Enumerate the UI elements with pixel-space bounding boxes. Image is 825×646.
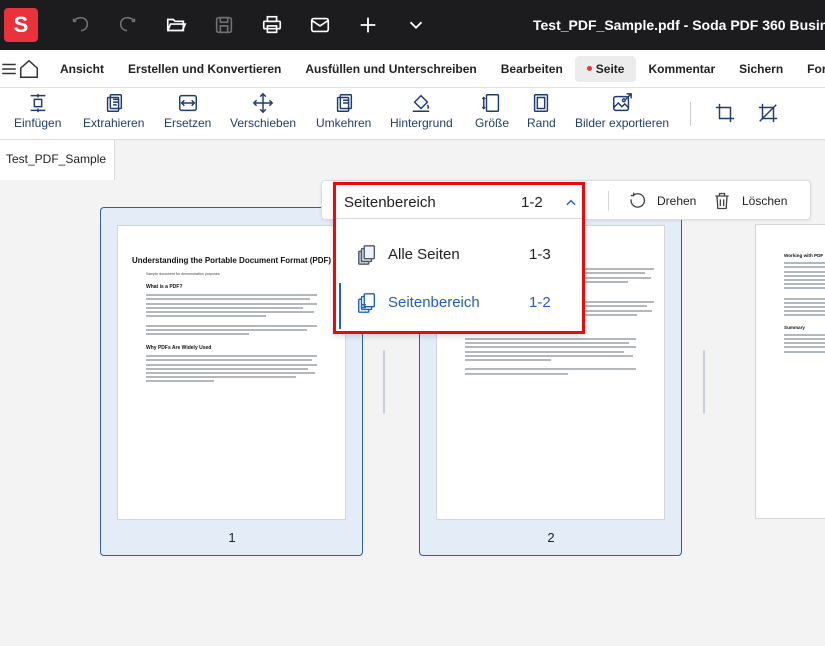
extract-icon bbox=[106, 94, 122, 112]
selected-indicator bbox=[339, 283, 341, 329]
page-1-heading-2: Why PDFs Are Widely Used bbox=[146, 345, 212, 352]
rotate-icon bbox=[630, 192, 646, 208]
range-option-page-range[interactable]: Seitenbereich 1-2 bbox=[336, 279, 582, 329]
crop-icon[interactable] bbox=[714, 102, 736, 129]
range-option-all-pages[interactable]: Alle Seiten 1-3 bbox=[336, 231, 582, 277]
page-3-text bbox=[756, 262, 825, 317]
page-gap-grip-1[interactable] bbox=[383, 350, 385, 414]
reverse-icon bbox=[336, 94, 352, 112]
home-icon[interactable] bbox=[18, 50, 40, 87]
size-icon bbox=[481, 94, 500, 112]
export-images-icon bbox=[613, 93, 632, 112]
menu-bearbeiten[interactable]: Bearbeiten bbox=[489, 56, 575, 82]
insert-icon bbox=[30, 93, 46, 113]
document-tab[interactable]: Test_PDF_Sample bbox=[0, 140, 115, 180]
document-tab-row: Test_PDF_Sample bbox=[0, 140, 825, 180]
tool-einfuegen[interactable]: Einfügen bbox=[14, 92, 61, 130]
page-toolbar: Einfügen Extrahieren Ersetzen Verschiebe… bbox=[0, 88, 825, 140]
menu-kommentar[interactable]: Kommentar bbox=[636, 56, 727, 82]
active-dot bbox=[586, 65, 592, 71]
tool-hintergrund[interactable]: Hintergrund bbox=[390, 92, 453, 130]
page-1-text-2 bbox=[118, 355, 345, 383]
move-icon bbox=[252, 92, 274, 114]
page-range-selected-label: Seitenbereich bbox=[344, 194, 436, 211]
menu-seite-label: Seite bbox=[595, 61, 625, 76]
tool-groesse[interactable]: Größe bbox=[475, 92, 509, 130]
menu-sichern[interactable]: Sichern bbox=[727, 56, 795, 82]
chevron-up-icon bbox=[566, 199, 576, 206]
page-3-heading-2: Summary bbox=[784, 324, 805, 330]
background-icon bbox=[413, 94, 430, 112]
page-1-subtitle: Sample document for demonstration purpos… bbox=[146, 272, 220, 276]
tool-verschieben[interactable]: Verschieben bbox=[230, 92, 296, 130]
tool-ersetzen[interactable]: Ersetzen bbox=[164, 92, 211, 130]
page-1-text bbox=[118, 294, 345, 335]
page-3-text-2 bbox=[756, 333, 825, 353]
hamburger-icon[interactable] bbox=[0, 50, 18, 87]
menu-seite[interactable]: Seite bbox=[574, 55, 637, 82]
page-3-heading: Working with PDF bbox=[784, 253, 824, 258]
menu-ansicht[interactable]: Ansicht bbox=[48, 56, 116, 82]
replace-icon bbox=[178, 94, 197, 112]
document-title: Test_PDF_Sample.pdf - Soda PDF 360 Busin bbox=[533, 17, 825, 33]
menu-ausfuellen-unterschreiben[interactable]: Ausfüllen und Unterschreiben bbox=[293, 56, 488, 82]
menu-formulare[interactable]: Forr bbox=[795, 56, 825, 82]
delete-button[interactable]: Löschen bbox=[712, 181, 787, 221]
tool-umkehren[interactable]: Umkehren bbox=[316, 92, 371, 130]
action-bar-separator bbox=[608, 191, 609, 211]
tool-bilder-exportieren[interactable]: Bilder exportieren bbox=[575, 92, 669, 130]
pages-stack-icon bbox=[358, 245, 376, 265]
page-number-2: 2 bbox=[547, 530, 555, 545]
page-1-heading: What is a PDF? bbox=[146, 284, 183, 290]
pages-range-icon bbox=[358, 293, 376, 313]
undo-icon[interactable] bbox=[56, 0, 104, 50]
page-sheet-3[interactable]: Working with PDF Summary bbox=[755, 224, 825, 519]
page-thumbnail-1[interactable]: Understanding the Portable Document Form… bbox=[100, 207, 363, 556]
save-icon[interactable] bbox=[200, 0, 248, 50]
page-gap-grip-2[interactable] bbox=[703, 350, 705, 414]
open-folder-icon[interactable] bbox=[152, 0, 200, 50]
margin-icon bbox=[534, 94, 549, 112]
title-bar: S Test_PDF_Sample.pdf - Soda PDF 360 Bus… bbox=[0, 0, 825, 50]
page-1-title: Understanding the Portable Document Form… bbox=[131, 256, 332, 265]
toolbar-separator bbox=[690, 102, 691, 126]
app-logo[interactable]: S bbox=[4, 8, 38, 42]
mail-icon[interactable] bbox=[296, 0, 344, 50]
plus-icon[interactable] bbox=[344, 0, 392, 50]
rotate-button[interactable]: Drehen bbox=[627, 181, 696, 221]
trash-icon bbox=[715, 192, 729, 210]
page-range-dropdown[interactable]: Seitenbereich 1-2 Alle Seiten 1-3 Seiten… bbox=[333, 182, 585, 334]
uncrop-icon[interactable] bbox=[757, 102, 779, 129]
page-range-select[interactable]: Seitenbereich 1-2 bbox=[336, 185, 582, 219]
menu-bar: Ansicht Erstellen und Konvertieren Ausfü… bbox=[0, 50, 825, 88]
page-number-1: 1 bbox=[228, 530, 236, 545]
redo-icon[interactable] bbox=[104, 0, 152, 50]
tool-rand[interactable]: Rand bbox=[527, 92, 556, 130]
print-icon[interactable] bbox=[248, 0, 296, 50]
tool-extrahieren[interactable]: Extrahieren bbox=[83, 92, 144, 130]
page-sheet-1: Understanding the Portable Document Form… bbox=[117, 225, 346, 520]
menu-erstellen-konvertieren[interactable]: Erstellen und Konvertieren bbox=[116, 56, 293, 82]
chevron-down-icon[interactable] bbox=[392, 0, 440, 50]
page-range-selected-value: 1-2 bbox=[521, 194, 543, 211]
